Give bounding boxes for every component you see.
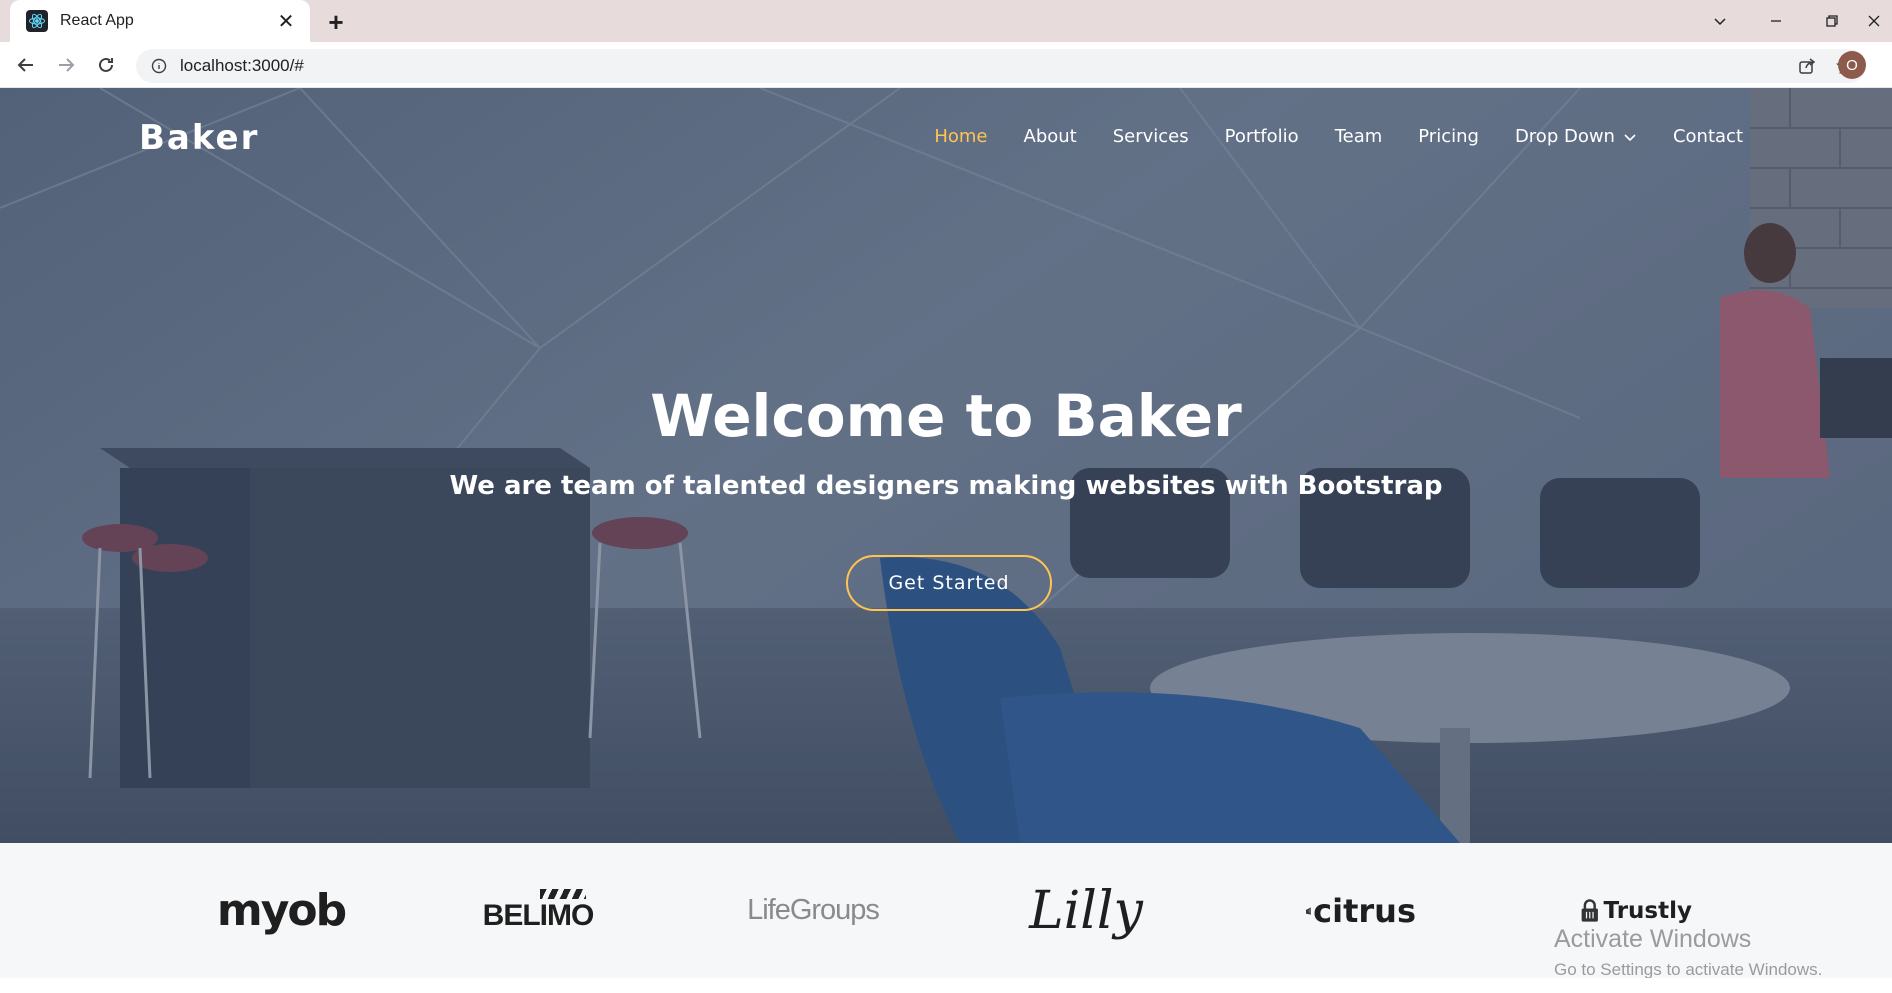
close-window-button[interactable] xyxy=(1856,0,1892,42)
hero-subtitle: We are team of talented designers making… xyxy=(449,471,1443,501)
profile-avatar[interactable]: O xyxy=(1838,51,1866,79)
minimize-icon xyxy=(1771,20,1781,22)
nav-pricing[interactable]: Pricing xyxy=(1400,126,1497,147)
reload-button[interactable] xyxy=(90,49,122,81)
hero-section: Baker Home About Services Portfolio Team… xyxy=(0,88,1892,843)
minimize-button[interactable] xyxy=(1748,0,1804,42)
client-name: Trustly xyxy=(1603,897,1692,924)
hero-overlay xyxy=(0,88,1892,843)
browser-tab-strip: React App ✕ + xyxy=(0,0,1892,42)
client-name: Lilly xyxy=(1029,880,1143,941)
tab-search-button[interactable] xyxy=(1692,0,1748,42)
client-name: myob xyxy=(216,885,347,936)
nav-services[interactable]: Services xyxy=(1095,126,1207,147)
reload-icon xyxy=(99,57,113,72)
belimo-mark-icon xyxy=(540,888,586,899)
site-logo[interactable]: Baker xyxy=(139,118,259,158)
client-logo-belimo[interactable]: BELIMO xyxy=(478,843,598,978)
tab-title: React App xyxy=(60,12,134,29)
nav-home[interactable]: Home xyxy=(916,126,1005,147)
hero-title: Welcome to Baker xyxy=(650,382,1242,450)
get-started-button[interactable]: Get Started xyxy=(846,555,1052,611)
main-nav: Home About Services Portfolio Team Prici… xyxy=(916,126,1761,147)
forward-button[interactable] xyxy=(50,49,82,81)
arrow-right-icon xyxy=(59,58,75,72)
restore-icon xyxy=(1826,15,1838,27)
new-tab-button[interactable]: + xyxy=(322,7,350,37)
client-name: citrus xyxy=(1313,891,1416,930)
share-icon[interactable] xyxy=(1790,49,1824,83)
close-icon xyxy=(1868,15,1880,27)
browser-tab[interactable]: React App ✕ xyxy=(10,0,310,42)
client-logo-myob[interactable]: myob xyxy=(206,843,356,978)
windows-activation-watermark: Activate Windows Go to Settings to activ… xyxy=(1554,925,1822,980)
client-name: BELIMO xyxy=(482,898,595,932)
chevron-down-icon xyxy=(1714,18,1726,26)
client-logo-lifegroups[interactable]: LifeGroups xyxy=(747,843,880,978)
chevron-down-icon xyxy=(1624,133,1636,141)
address-bar[interactable]: localhost:3000/# xyxy=(136,49,1866,83)
react-favicon-icon xyxy=(26,10,48,32)
watermark-subtitle: Go to Settings to activate Windows. xyxy=(1554,960,1823,979)
nav-about[interactable]: About xyxy=(1006,126,1095,147)
back-button[interactable] xyxy=(10,49,42,81)
nav-contact[interactable]: Contact xyxy=(1655,126,1761,147)
nav-drop-down-label: Drop Down xyxy=(1514,126,1615,147)
arrow-left-icon xyxy=(17,58,33,72)
client-name: LifeGroups xyxy=(747,894,880,926)
nav-drop-down[interactable]: Drop Down xyxy=(1497,126,1655,147)
nav-portfolio[interactable]: Portfolio xyxy=(1207,126,1317,147)
browser-toolbar: localhost:3000/# xyxy=(0,42,1892,88)
watermark-title: Activate Windows xyxy=(1554,925,1752,953)
url-text[interactable]: localhost:3000/# xyxy=(180,56,1790,76)
restore-button[interactable] xyxy=(1804,0,1860,42)
client-logo-lilly[interactable]: Lilly xyxy=(1026,843,1146,978)
nav-team[interactable]: Team xyxy=(1317,126,1401,147)
tab-close-icon[interactable]: ✕ xyxy=(274,9,298,33)
site-info-icon[interactable] xyxy=(142,49,176,83)
lock-icon xyxy=(1581,898,1598,922)
citrus-mark-icon xyxy=(1306,906,1312,915)
page-bottom-strip xyxy=(0,978,1892,993)
client-logo-citrus[interactable]: citrus xyxy=(1306,843,1416,978)
